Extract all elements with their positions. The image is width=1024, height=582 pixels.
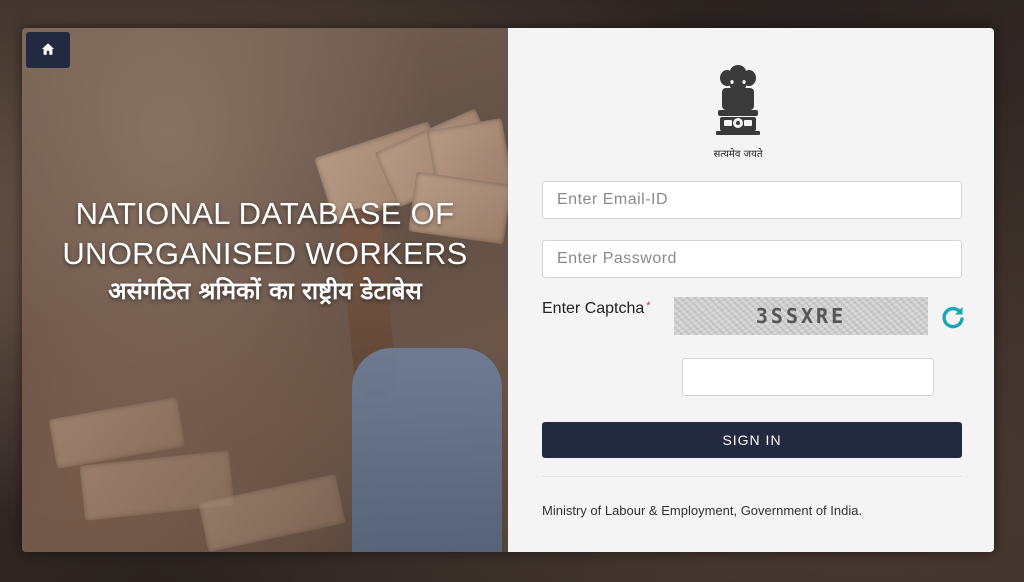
- login-card: NATIONAL DATABASE OF UNORGANISED WORKERS…: [22, 28, 994, 552]
- refresh-icon: [940, 307, 966, 334]
- home-button[interactable]: [26, 32, 70, 68]
- footer-text: Ministry of Labour & Employment, Governm…: [542, 503, 863, 518]
- login-panel: सत्यमेव जयते Enter Captcha* 3SSXRE SIGN …: [508, 28, 994, 552]
- captcha-label: Enter Captcha *: [542, 300, 651, 318]
- hero-image-panel: NATIONAL DATABASE OF UNORGANISED WORKERS…: [22, 28, 508, 552]
- refresh-captcha-button[interactable]: [940, 304, 966, 330]
- hero-title-en-line1: NATIONAL DATABASE OF: [75, 196, 455, 231]
- captcha-image: 3SSXRE: [674, 297, 928, 335]
- hero-title-hindi: असंगठित श्रमिकों का राष्ट्रीय डेटाबेस: [108, 277, 422, 305]
- captcha-code: 3SSXRE: [755, 304, 847, 328]
- divider: [542, 476, 962, 477]
- captcha-input[interactable]: [682, 358, 934, 396]
- captcha-label-text: Enter Captcha: [542, 300, 645, 317]
- hero-title: NATIONAL DATABASE OF UNORGANISED WORKERS…: [22, 194, 508, 308]
- required-mark: *: [646, 300, 651, 312]
- emblem-motto: सत्यमेव जयते: [713, 149, 763, 160]
- signin-button[interactable]: SIGN IN: [542, 422, 962, 458]
- password-field[interactable]: [542, 240, 962, 278]
- hero-title-en-line2: UNORGANISED WORKERS: [62, 236, 468, 271]
- home-icon: [41, 41, 55, 60]
- email-field[interactable]: [542, 181, 962, 219]
- worker-shirt-shape: [352, 348, 502, 552]
